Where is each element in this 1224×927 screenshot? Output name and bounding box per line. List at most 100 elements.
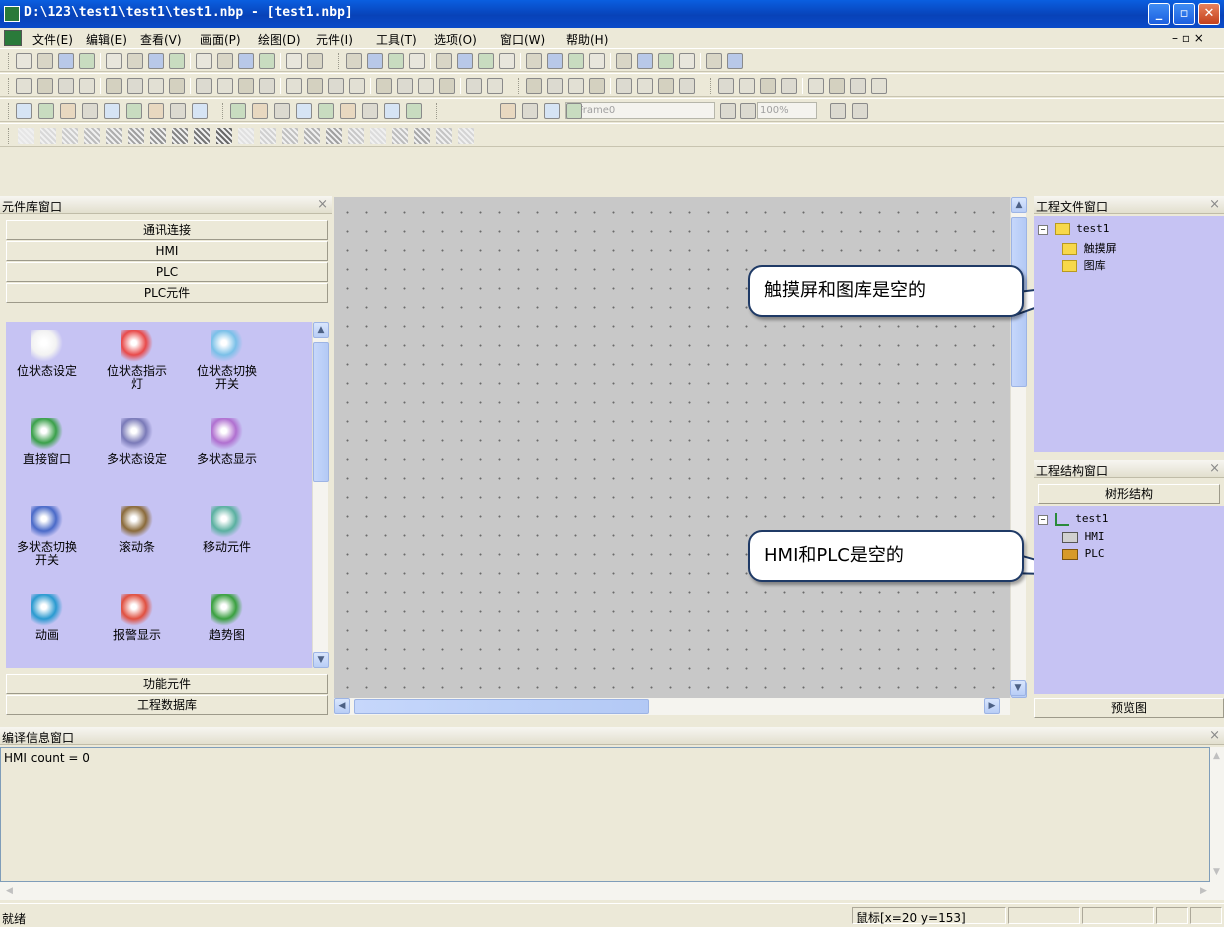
compile-output[interactable]: HMI count = 0: [0, 747, 1210, 882]
toolbar-grip[interactable]: [8, 128, 11, 144]
toolbar-tool-icon[interactable]: [544, 103, 560, 119]
toolbar-tool-icon[interactable]: [127, 53, 143, 69]
fill-pattern-icon[interactable]: [348, 128, 364, 144]
toolbar-tool-icon[interactable]: [658, 53, 674, 69]
fill-pattern-icon[interactable]: [414, 128, 430, 144]
fill-pattern-icon[interactable]: [62, 128, 78, 144]
fill-pattern-icon[interactable]: [436, 128, 452, 144]
component-item[interactable]: 滚动条: [94, 506, 180, 554]
compile-scroll-right-icon[interactable]: ▶: [1200, 886, 1207, 896]
toolbar-tool-icon[interactable]: [566, 103, 582, 119]
toolbar-tool-icon[interactable]: [718, 78, 734, 94]
toolbar-tool-icon[interactable]: [522, 103, 538, 119]
toolbar-tool-icon[interactable]: [500, 103, 516, 119]
fill-pattern-icon[interactable]: [216, 128, 232, 144]
category-plc-components[interactable]: PLC元件: [6, 283, 328, 303]
canvas-scroll-up-icon[interactable]: ▲: [1011, 197, 1027, 213]
compile-scroll-left-icon[interactable]: ◀: [6, 886, 13, 896]
toolbar-tool-icon[interactable]: [126, 103, 142, 119]
canvas-scroll-right-icon[interactable]: ▶: [984, 698, 1000, 714]
component-panel-close-icon[interactable]: ×: [317, 197, 328, 212]
canvas-scroll-left-icon[interactable]: ◀: [334, 698, 350, 714]
mdi-controls[interactable]: – ▫ ×: [1172, 31, 1204, 45]
minimize-button[interactable]: _: [1148, 3, 1170, 25]
toolbar-tool-icon[interactable]: [170, 103, 186, 119]
toolbar-tool-icon[interactable]: [217, 78, 233, 94]
menu-screen[interactable]: 画面(P): [200, 31, 241, 48]
menu-draw[interactable]: 绘图(D): [258, 31, 301, 48]
menu-component[interactable]: 元件(I): [316, 31, 353, 48]
component-item[interactable]: 直接窗口: [4, 418, 90, 466]
toolbar-tool-icon[interactable]: [418, 78, 434, 94]
toolbar-grip[interactable]: [518, 78, 521, 94]
frame-combo[interactable]: 0:Frame0: [565, 102, 715, 119]
toolbar-tool-icon[interactable]: [397, 78, 413, 94]
toolbar-grip[interactable]: [436, 103, 439, 119]
document-icon[interactable]: [4, 30, 22, 46]
toolbar-tool-icon[interactable]: [286, 78, 302, 94]
toolbar-tool-icon[interactable]: [367, 53, 383, 69]
toolbar-tool-icon[interactable]: [679, 78, 695, 94]
fill-pattern-icon[interactable]: [194, 128, 210, 144]
toolbar-tool-icon[interactable]: [547, 53, 563, 69]
zoom-combo[interactable]: 100%: [757, 102, 817, 119]
structure-item-plc[interactable]: PLC: [1062, 547, 1105, 560]
component-item[interactable]: 多状态设定: [94, 418, 180, 466]
fill-pattern-icon[interactable]: [84, 128, 100, 144]
tree-item-gallery[interactable]: 图库: [1062, 257, 1106, 273]
fill-pattern-icon[interactable]: [282, 128, 298, 144]
toolbar-tool-icon[interactable]: [547, 78, 563, 94]
toolbar-tool-icon[interactable]: [58, 53, 74, 69]
toolbar-tool-icon[interactable]: [296, 103, 312, 119]
toolbar-tool-icon[interactable]: [238, 53, 254, 69]
project-file-close-icon[interactable]: ×: [1209, 197, 1220, 212]
fill-pattern-icon[interactable]: [238, 128, 254, 144]
compile-vscroll[interactable]: ▲ ▼: [1210, 747, 1224, 882]
compile-panel-close-icon[interactable]: ×: [1209, 728, 1220, 743]
toolbar-tool-icon[interactable]: [16, 103, 32, 119]
tree-root-test1[interactable]: − test1: [1038, 222, 1109, 235]
compile-hscroll[interactable]: ◀ ▶: [0, 882, 1224, 900]
toolbar-tool-icon[interactable]: [259, 53, 275, 69]
toolbar-tool-icon[interactable]: [409, 53, 425, 69]
compile-scroll-up-icon[interactable]: ▲: [1213, 751, 1220, 761]
fill-pattern-icon[interactable]: [326, 128, 342, 144]
category-function-components[interactable]: 功能元件: [6, 674, 328, 694]
toolbar-tool-icon[interactable]: [637, 53, 653, 69]
toolbar-tool-icon[interactable]: [436, 53, 452, 69]
toolbar-tool-icon[interactable]: [388, 53, 404, 69]
menu-help[interactable]: 帮助(H): [566, 31, 608, 48]
toolbar-tool-icon[interactable]: [37, 53, 53, 69]
toolbar-tool-icon[interactable]: [192, 103, 208, 119]
toolbar-tool-icon[interactable]: [148, 53, 164, 69]
toolbar-tool-icon[interactable]: [259, 78, 275, 94]
fill-pattern-icon[interactable]: [40, 128, 56, 144]
toolbar-grip[interactable]: [222, 103, 225, 119]
toolbar-tool-icon[interactable]: [850, 78, 866, 94]
close-button[interactable]: ✕: [1198, 3, 1220, 25]
canvas-hscroll-thumb[interactable]: [354, 699, 649, 714]
toolbar-tool-icon[interactable]: [739, 78, 755, 94]
fill-pattern-icon[interactable]: [128, 128, 144, 144]
fill-pattern-icon[interactable]: [304, 128, 320, 144]
toolbar-tool-icon[interactable]: [830, 103, 846, 119]
structure-scroll[interactable]: ▼: [1010, 680, 1026, 696]
toolbar-tool-icon[interactable]: [439, 78, 455, 94]
toolbar-tool-icon[interactable]: [829, 78, 845, 94]
toolbar-tool-icon[interactable]: [16, 78, 32, 94]
toolbar-tool-icon[interactable]: [406, 103, 422, 119]
canvas-hscroll[interactable]: ◀ ▶: [334, 698, 1010, 715]
structure-root-test1[interactable]: − test1: [1038, 512, 1108, 526]
component-scrollbar[interactable]: ▲ ▼: [312, 322, 329, 668]
toolbar-tool-icon[interactable]: [82, 103, 98, 119]
toolbar-tool-icon[interactable]: [230, 103, 246, 119]
toolbar-tool-icon[interactable]: [346, 53, 362, 69]
toolbar-tool-icon[interactable]: [589, 78, 605, 94]
toolbar-tool-icon[interactable]: [871, 78, 887, 94]
toolbar-tool-icon[interactable]: [720, 103, 736, 119]
toolbar-tool-icon[interactable]: [466, 78, 482, 94]
toolbar-tool-icon[interactable]: [127, 78, 143, 94]
toolbar-tool-icon[interactable]: [217, 53, 233, 69]
structure-item-hmi[interactable]: HMI: [1062, 530, 1105, 543]
toolbar-tool-icon[interactable]: [318, 103, 334, 119]
